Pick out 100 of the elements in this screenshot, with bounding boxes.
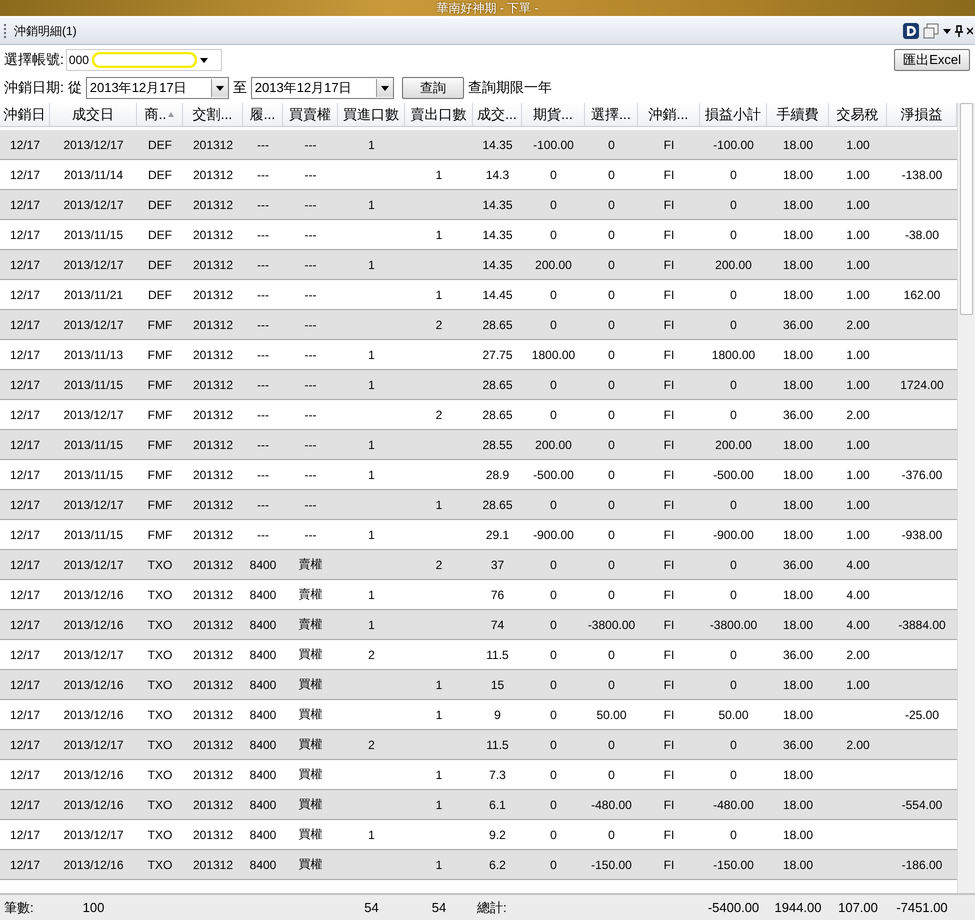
table-cell-text: 1 — [434, 226, 444, 244]
table-cell-text: 2.00 — [845, 316, 871, 334]
table-cell-text: FMF — [146, 466, 174, 484]
table-cell-text: 76 — [490, 586, 506, 604]
column-header[interactable]: 沖銷日 — [0, 103, 50, 126]
table-cell-text: 18.00 — [782, 616, 814, 634]
table-cell-text: 1 — [367, 826, 376, 844]
table-cell-text: 1 — [367, 196, 376, 214]
table-cell-text: 0 — [607, 736, 616, 754]
from-date-picker[interactable]: 2013年12月17日 — [86, 77, 229, 99]
table-cell-text: 200.00 — [714, 436, 753, 454]
table-cell-text: 6.2 — [488, 856, 507, 874]
table-cell-text: 2013/12/17 — [62, 256, 125, 274]
table-cell-text: FI — [662, 196, 676, 214]
table-cell-text: 12/17 — [8, 586, 42, 604]
table-cell-text: 1 — [367, 616, 376, 634]
column-header[interactable]: 損益小計 — [700, 103, 767, 126]
table-cell-text: 12/17 — [8, 316, 42, 334]
column-header[interactable]: 沖銷... — [638, 103, 700, 126]
table-cell-text: 8400 — [248, 736, 278, 754]
column-header[interactable]: 手續費 — [767, 103, 829, 126]
dropdown-caret-icon — [943, 28, 951, 34]
table-cell-text: 1 — [367, 466, 376, 484]
table-cell-text: 2013/11/13 — [62, 346, 124, 364]
table-cell-text: 201312 — [192, 586, 234, 604]
scrollbar[interactable] — [957, 103, 975, 893]
table-cell-text: 2013/12/17 — [62, 556, 125, 574]
table-cell-text: 201312 — [192, 346, 234, 364]
table-cell-text: TXO — [146, 736, 174, 754]
account-dropdown[interactable]: 000 — [66, 49, 222, 71]
table-cell-text: 1800.00 — [530, 346, 576, 364]
table-cell-text: 74 — [490, 616, 506, 634]
table-cell-text: 2.00 — [845, 736, 871, 754]
table-cell-text: 2 — [434, 556, 444, 574]
table-cell-text: 50.00 — [717, 706, 750, 724]
table-cell-text: FI — [662, 796, 676, 814]
column-header[interactable]: 成交... — [473, 103, 522, 126]
table-cell-text: 0 — [549, 676, 558, 694]
table-cell-text: 賣權 — [298, 616, 324, 633]
table-cell-text: FI — [662, 346, 676, 364]
table-cell-text: 12/17 — [8, 736, 42, 754]
table-cell-text: 2013/12/17 — [62, 196, 125, 214]
table-cell-text: 11.5 — [485, 736, 510, 754]
table-cell-text: 0 — [549, 706, 558, 724]
table-cell-text: FI — [662, 586, 676, 604]
export-excel-button[interactable]: 匯出Excel — [894, 49, 970, 71]
table-cell-text: 買權 — [298, 766, 324, 783]
query-button[interactable]: 查詢 — [402, 77, 464, 99]
table-cell-text: 12/17 — [8, 826, 42, 844]
table-cell-text: 買權 — [298, 676, 324, 693]
table-cell-text: 18.00 — [782, 376, 814, 394]
close-icon[interactable] — [967, 27, 973, 35]
table-cell-text: 0 — [549, 406, 558, 424]
table-cell-text: 0 — [607, 376, 616, 394]
table-cell-text: 14.35 — [481, 136, 514, 154]
table-cell-text: DEF — [147, 136, 173, 154]
table-cell-text: TXO — [146, 556, 174, 574]
table-cell-text: 0 — [607, 136, 616, 154]
table-cell-text: 買權 — [298, 826, 324, 843]
to-date-picker[interactable]: 2013年12月17日 — [250, 77, 394, 99]
pin-icon[interactable] — [955, 25, 963, 37]
column-header[interactable]: 選擇... — [585, 103, 638, 126]
table-cell-text: 0 — [549, 556, 558, 574]
table-cell-text: 0 — [549, 826, 558, 844]
table-cell-text: 36.00 — [782, 406, 814, 424]
column-header[interactable]: 交易稅 — [829, 103, 887, 126]
d-icon[interactable] — [903, 23, 919, 39]
column-header[interactable]: 商.. — [137, 103, 183, 126]
table-cell-text: 18.00 — [782, 856, 814, 874]
table-cell-text: FMF — [146, 526, 174, 544]
table-cell-text: 27.75 — [481, 346, 514, 364]
table-cell-text: 2 — [367, 736, 376, 754]
table-cell-text: --- — [256, 226, 270, 244]
column-header[interactable]: 交割... — [183, 103, 243, 126]
table-cell-text: 6.1 — [488, 796, 507, 814]
table-cell-text: 18.00 — [782, 676, 814, 694]
column-header[interactable]: 買賣權 — [283, 103, 338, 126]
table-cell-text: 1 — [434, 796, 444, 814]
table-cell-text: --- — [304, 526, 318, 544]
column-header[interactable]: 期貨... — [522, 103, 585, 126]
table-cell-text: 2013/11/21 — [62, 286, 124, 304]
table-cell-text: FI — [662, 406, 676, 424]
table-cell-text: 買權 — [298, 646, 324, 663]
column-header[interactable]: 賣出口數 — [405, 103, 473, 126]
column-header[interactable]: 買進口數 — [338, 103, 405, 126]
table-cell-text: 1724.00 — [899, 376, 945, 394]
table-cell-text: TXO — [146, 586, 174, 604]
table-cell-text: --- — [256, 136, 270, 154]
account-label: 選擇帳號: — [4, 51, 64, 69]
table-cell-text: 162.00 — [902, 286, 942, 304]
column-header[interactable]: 成交日 — [50, 103, 137, 126]
column-header[interactable]: 履... — [243, 103, 283, 126]
table-cell-text: 18.00 — [782, 256, 814, 274]
table-cell-text: 買權 — [298, 706, 324, 723]
window-icon[interactable] — [923, 23, 939, 39]
table-cell-text: 2 — [434, 316, 444, 334]
total-label: 總計: — [476, 898, 508, 916]
table-cell-text: --- — [304, 256, 318, 274]
caret-icon — [200, 58, 208, 62]
table-cell-text: 1 — [434, 496, 444, 514]
